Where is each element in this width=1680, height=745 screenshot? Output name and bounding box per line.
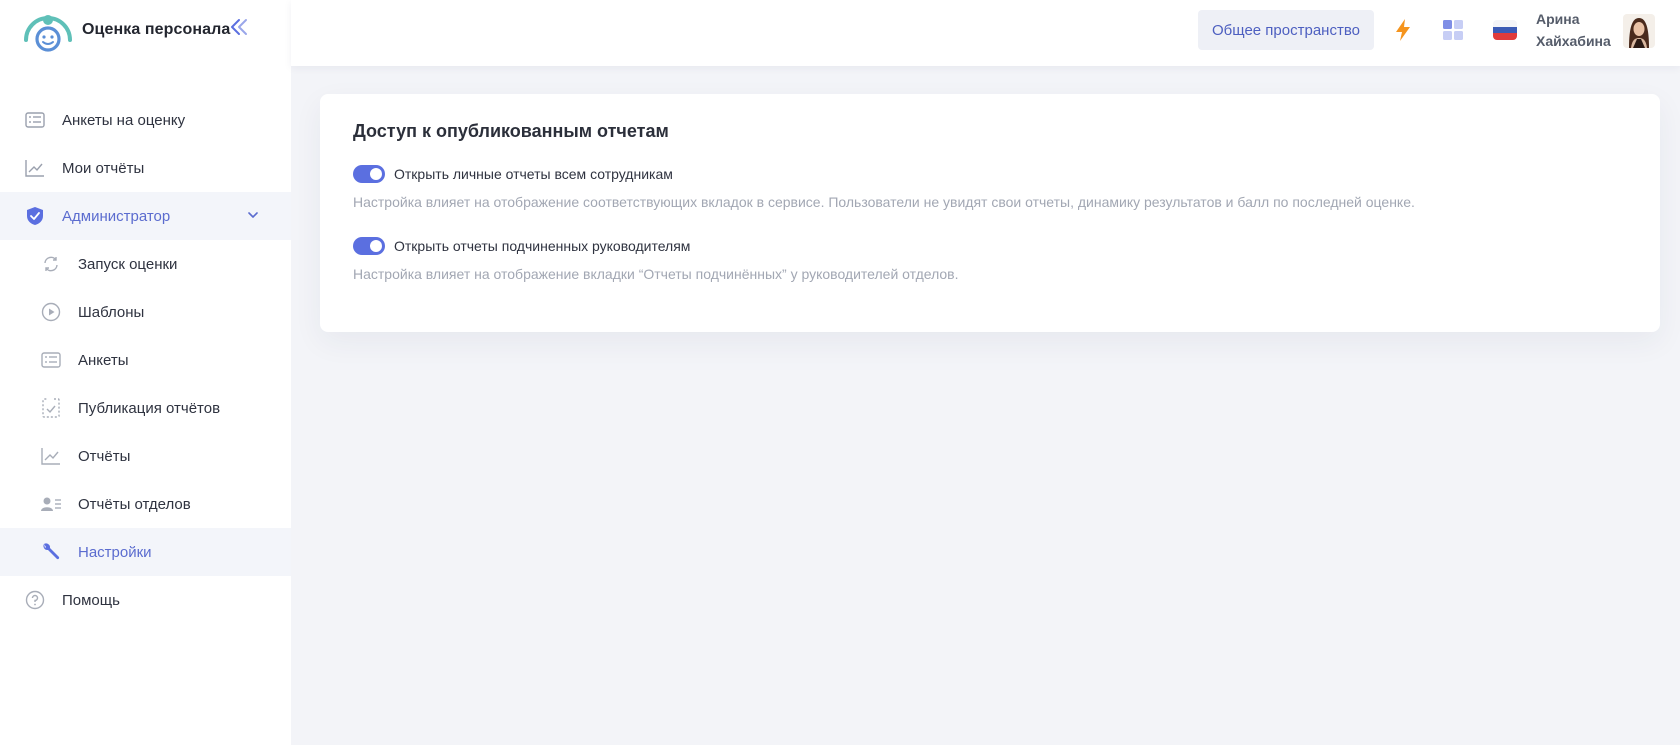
wrench-icon [40, 541, 62, 563]
sidebar-item-label: Помощь [62, 591, 120, 609]
sidebar-item-label: Публикация отчётов [78, 399, 221, 417]
app-root: Оценка персонала Анкеты на оценку Мои от… [0, 0, 1680, 745]
card-title: Доступ к опубликованным отчетам [353, 121, 669, 141]
sidebar-nav: Анкеты на оценку Мои отчёты Администрато… [0, 96, 291, 624]
setting-personal-reports: Открыть личные отчеты всем сотрудникам Н… [353, 164, 1415, 210]
sidebar-item-help[interactable]: Помощь [0, 576, 291, 624]
russian-flag-icon[interactable] [1492, 18, 1518, 42]
sidebar-item-label: Мои отчёты [62, 159, 145, 177]
apps-grid-icon[interactable] [1441, 18, 1465, 42]
sidebar-item-forms[interactable]: Анкеты [0, 336, 291, 384]
sidebar-item-label: Анкеты на оценку [62, 111, 186, 129]
setting-subordinate-reports: Открыть отчеты подчиненных руководителям… [353, 236, 959, 282]
app-title: Оценка персонала [82, 21, 231, 38]
setting-row: Открыть отчеты подчиненных руководителям [353, 236, 959, 256]
avatar[interactable] [1623, 14, 1655, 48]
sidebar-item-label: Запуск оценки [78, 255, 178, 273]
user-name[interactable]: Арина Хайхабина [1536, 8, 1611, 52]
sidebar: Оценка персонала Анкеты на оценку Мои от… [0, 0, 291, 745]
sidebar-item-label: Отчёты [78, 447, 131, 465]
sidebar-item-department-reports[interactable]: Отчёты отделов [0, 480, 291, 528]
question-circle-icon [24, 589, 46, 611]
setting-description: Настройка влияет на отображение соответс… [353, 194, 1415, 210]
sidebar-item-label: Шаблоны [78, 303, 145, 321]
double-chevron-left-icon [228, 16, 250, 43]
sidebar-item-my-reports[interactable]: Мои отчёты [0, 144, 291, 192]
collapse-sidebar-button[interactable] [226, 16, 252, 42]
sidebar-item-reports[interactable]: Отчёты [0, 432, 291, 480]
sidebar-item-forms-to-assess[interactable]: Анкеты на оценку [0, 96, 291, 144]
chart-line-icon [40, 445, 62, 467]
sidebar-item-templates[interactable]: Шаблоны [0, 288, 291, 336]
report-access-card: Доступ к опубликованным отчетам Открыть … [320, 94, 1660, 332]
brand[interactable]: Оценка персонала [22, 6, 230, 54]
shield-icon [24, 205, 46, 227]
setting-row: Открыть личные отчеты всем сотрудникам [353, 164, 1415, 184]
setting-label: Открыть отчеты подчиненных руководителям [394, 238, 691, 254]
lightning-icon[interactable] [1391, 18, 1415, 42]
refresh-icon [40, 253, 62, 275]
sidebar-item-launch-assessment[interactable]: Запуск оценки [0, 240, 291, 288]
checklist-icon [40, 397, 62, 419]
user-first-name: Арина [1536, 11, 1580, 27]
sidebar-item-settings[interactable]: Настройки [0, 528, 291, 576]
users-list-icon [40, 493, 62, 515]
chevron-down-icon [246, 208, 260, 226]
form-list-icon [40, 349, 62, 371]
sidebar-item-label: Отчёты отделов [78, 495, 191, 513]
sidebar-item-report-publication[interactable]: Публикация отчётов [0, 384, 291, 432]
top-header: Общее пространство Арина Хайхабина [291, 0, 1680, 66]
user-last-name: Хайхабина [1536, 33, 1611, 49]
sidebar-section-label: Администратор [62, 207, 171, 225]
brand-logo-icon [22, 6, 78, 54]
form-list-icon [24, 109, 46, 131]
workspace-button[interactable]: Общее пространство [1198, 10, 1374, 50]
personal-reports-toggle[interactable] [353, 165, 385, 183]
sidebar-item-label: Настройки [78, 543, 152, 561]
sidebar-item-label: Анкеты [78, 351, 129, 369]
setting-label: Открыть личные отчеты всем сотрудникам [394, 166, 673, 182]
sidebar-section-admin[interactable]: Администратор [0, 192, 291, 240]
play-circle-icon [40, 301, 62, 323]
chart-line-icon [24, 157, 46, 179]
setting-description: Настройка влияет на отображение вкладки … [353, 266, 959, 282]
subordinate-reports-toggle[interactable] [353, 237, 385, 255]
